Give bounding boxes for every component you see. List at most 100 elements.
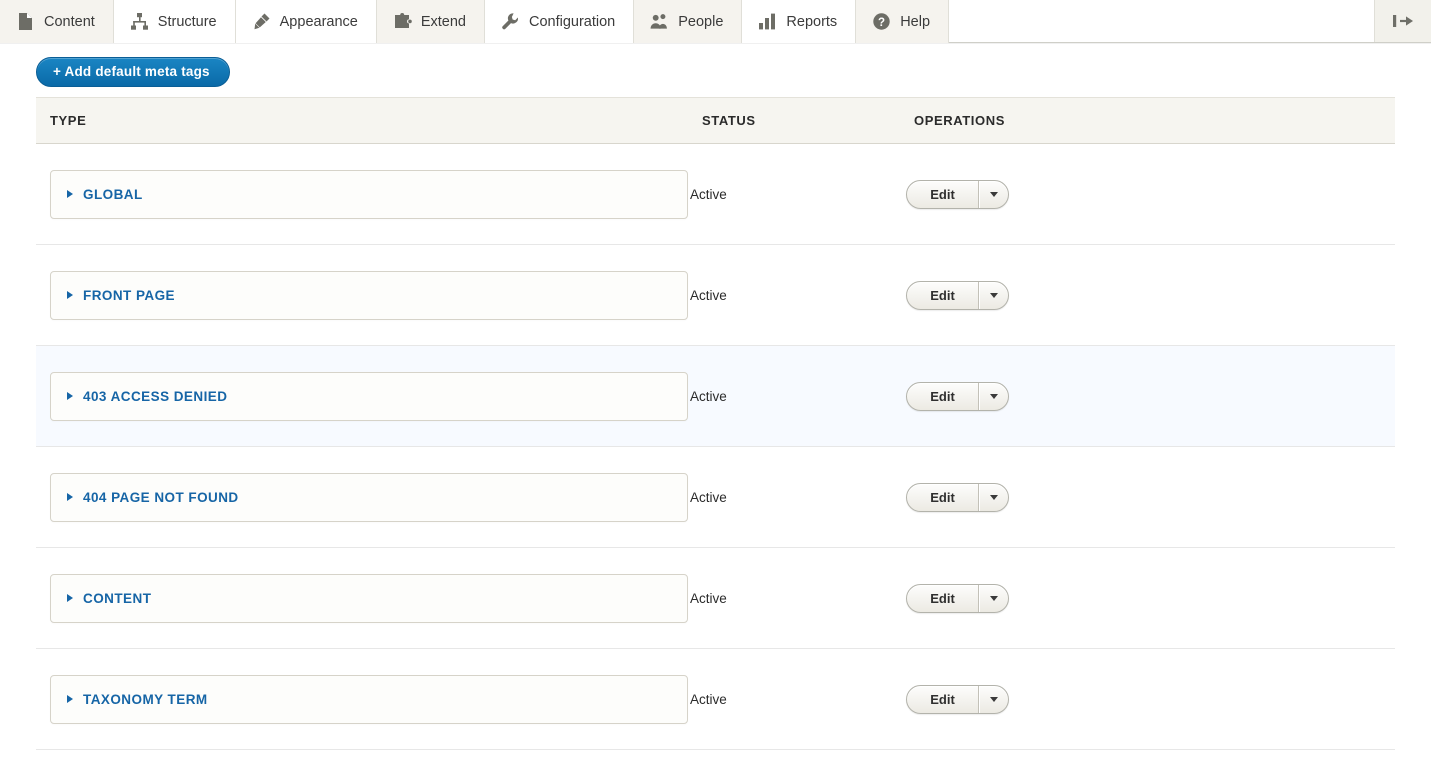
chevron-down-icon — [990, 494, 998, 500]
puzzle-piece-icon — [393, 12, 412, 31]
dropbutton-toggle[interactable] — [979, 584, 1008, 612]
details-toggle[interactable]: TAXONOMY TERM — [50, 674, 688, 724]
toolbar-spacer — [949, 0, 1375, 42]
edit-button[interactable]: Edit — [907, 180, 979, 208]
toolbar-tab-label: Extend — [420, 13, 466, 30]
cell-operations: Edit — [900, 446, 1395, 548]
details-toggle[interactable]: GLOBAL — [50, 169, 688, 219]
table-body: GLOBAL Active Edit FRONT PAGE Active Edit 403 … — [36, 143, 1395, 750]
cell-type: GLOBAL — [36, 143, 688, 245]
toolbar-tab-label: Configuration — [529, 13, 616, 30]
page-content: + Add default meta tags TYPE STATUS OPER… — [0, 43, 1431, 750]
status-value: Active — [688, 345, 900, 447]
toolbar-tab-content[interactable]: Content — [0, 0, 114, 43]
question-mark-icon: ? — [872, 12, 891, 31]
dropbutton-toggle[interactable] — [979, 382, 1008, 410]
cell-type: 404 PAGE NOT FOUND — [36, 446, 688, 548]
details-toggle[interactable]: 403 ACCESS DENIED — [50, 371, 688, 421]
dropbutton-toggle[interactable] — [979, 180, 1008, 208]
table-row: TAXONOMY TERM Active Edit — [36, 648, 1395, 750]
cell-type: 403 ACCESS DENIED — [36, 345, 688, 447]
table-row: FRONT PAGE Active Edit — [36, 244, 1395, 346]
toolbar-tab-structure[interactable]: Structure — [113, 0, 236, 43]
details-summary-label: CONTENT — [83, 590, 152, 606]
action-links: + Add default meta tags — [0, 43, 1431, 97]
column-header-type: TYPE — [36, 97, 688, 144]
details-summary-label: FRONT PAGE — [83, 287, 175, 303]
add-default-meta-tags-button[interactable]: + Add default meta tags — [36, 57, 230, 87]
table-header-row: TYPE STATUS OPERATIONS — [36, 97, 1395, 144]
sitemap-icon — [130, 12, 149, 31]
toolbar-tab-reports[interactable]: Reports — [742, 0, 857, 43]
triangle-right-icon — [67, 594, 73, 602]
bar-chart-icon — [758, 12, 777, 31]
table-head: TYPE STATUS OPERATIONS — [36, 97, 1395, 144]
edit-button[interactable]: Edit — [907, 382, 979, 410]
cell-operations: Edit — [900, 345, 1395, 447]
svg-text:?: ? — [878, 17, 885, 29]
status-value: Active — [688, 446, 900, 548]
chevron-down-icon — [990, 393, 998, 399]
toolbar-tab-configuration[interactable]: Configuration — [485, 0, 635, 43]
edit-button[interactable]: Edit — [907, 584, 979, 612]
operations-dropbutton: Edit — [906, 684, 1009, 714]
column-header-operations: OPERATIONS — [900, 97, 1395, 144]
cell-type: TAXONOMY TERM — [36, 648, 688, 750]
cell-operations: Edit — [900, 547, 1395, 649]
dropbutton-toggle[interactable] — [979, 483, 1008, 511]
cell-operations: Edit — [900, 244, 1395, 346]
toolbar-tab-help[interactable]: ? Help — [856, 0, 950, 43]
status-value: Active — [688, 547, 900, 649]
triangle-right-icon — [67, 493, 73, 501]
details-toggle[interactable]: 404 PAGE NOT FOUND — [50, 472, 688, 522]
status-value: Active — [688, 143, 900, 245]
chevron-down-icon — [990, 696, 998, 702]
details-toggle[interactable]: FRONT PAGE — [50, 270, 688, 320]
edit-button[interactable]: Edit — [907, 483, 979, 511]
chevron-down-icon — [990, 292, 998, 298]
table-row: GLOBAL Active Edit — [36, 143, 1395, 245]
metatag-defaults-table: TYPE STATUS OPERATIONS GLOBAL Active Edit F… — [36, 97, 1395, 750]
chevron-down-icon — [990, 595, 998, 601]
toolbar-tab-label: People — [678, 13, 724, 30]
toolbar-tab-label: Structure — [157, 13, 217, 30]
toolbar-tab-label: Content — [44, 13, 95, 30]
details-summary-label: 404 PAGE NOT FOUND — [83, 489, 239, 505]
triangle-right-icon — [67, 392, 73, 400]
toolbar-tab-people[interactable]: People — [634, 0, 743, 43]
cell-type: FRONT PAGE — [36, 244, 688, 346]
operations-dropbutton: Edit — [906, 179, 1009, 209]
file-icon — [16, 12, 35, 31]
people-icon — [650, 12, 669, 31]
details-summary-label: 403 ACCESS DENIED — [83, 388, 228, 404]
dropbutton-toggle[interactable] — [979, 281, 1008, 309]
chevron-down-icon — [990, 191, 998, 197]
triangle-right-icon — [67, 695, 73, 703]
toolbar-tab-label: Help — [900, 13, 931, 30]
table-row: CONTENT Active Edit — [36, 547, 1395, 649]
edit-button[interactable]: Edit — [907, 685, 979, 713]
cell-type: CONTENT — [36, 547, 688, 649]
toolbar-orientation-toggle-icon[interactable] — [1375, 0, 1431, 42]
table-row: 404 PAGE NOT FOUND Active Edit — [36, 446, 1395, 548]
edit-button[interactable]: Edit — [907, 281, 979, 309]
details-summary-label: TAXONOMY TERM — [83, 691, 208, 707]
toolbar-tab-extend[interactable]: Extend — [376, 0, 485, 43]
triangle-right-icon — [67, 190, 73, 198]
operations-dropbutton: Edit — [906, 482, 1009, 512]
paintbrush-icon — [252, 12, 271, 31]
status-value: Active — [688, 648, 900, 750]
cell-operations: Edit — [900, 143, 1395, 245]
dropbutton-toggle[interactable] — [979, 685, 1008, 713]
toolbar-tab-appearance[interactable]: Appearance — [235, 0, 377, 43]
operations-dropbutton: Edit — [906, 583, 1009, 613]
triangle-right-icon — [67, 291, 73, 299]
details-toggle[interactable]: CONTENT — [50, 573, 688, 623]
details-summary-label: GLOBAL — [83, 186, 143, 202]
status-value: Active — [688, 244, 900, 346]
operations-dropbutton: Edit — [906, 280, 1009, 310]
table-row: 403 ACCESS DENIED Active Edit — [36, 345, 1395, 447]
operations-dropbutton: Edit — [906, 381, 1009, 411]
wrench-icon — [501, 12, 520, 31]
cell-operations: Edit — [900, 648, 1395, 750]
